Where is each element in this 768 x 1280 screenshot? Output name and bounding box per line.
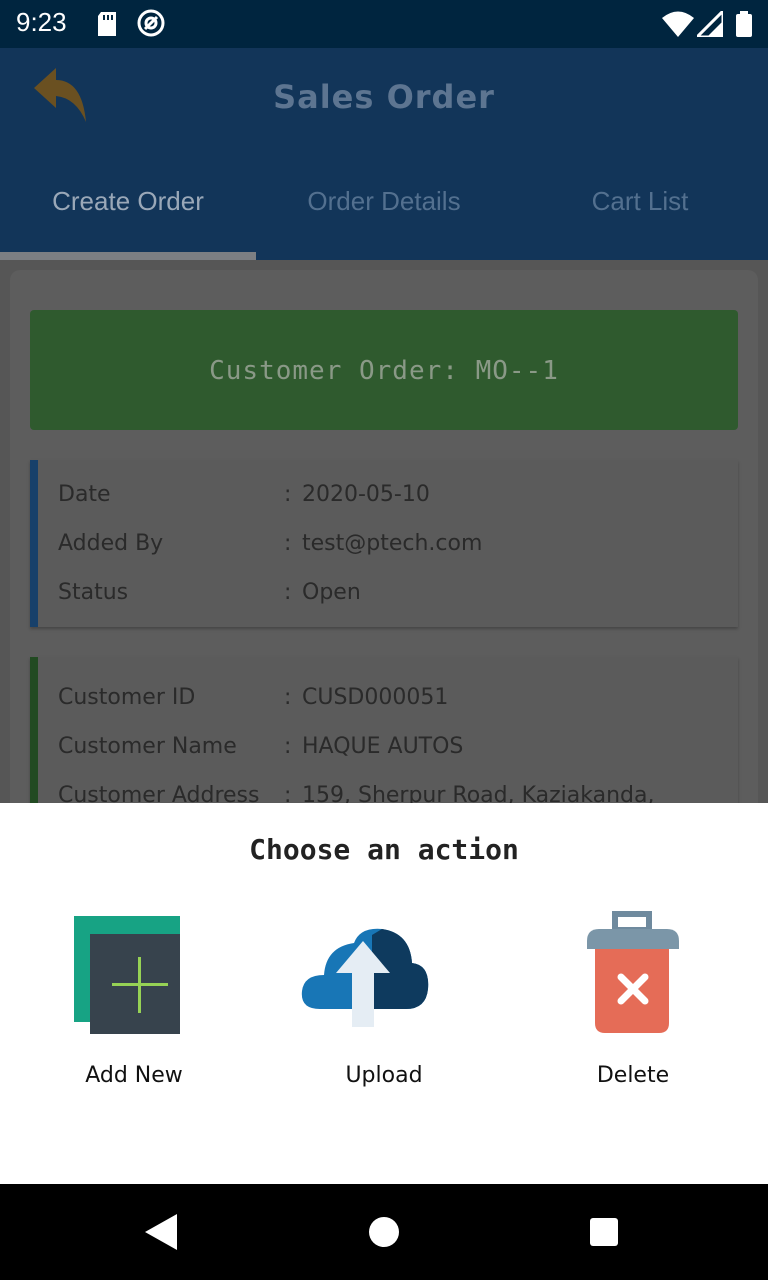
upload-button[interactable]: Upload [250, 911, 450, 1091]
sd-card-icon [96, 12, 118, 40]
order-banner-text: Customer Order: MO--1 [209, 356, 559, 386]
upload-label: Upload [345, 1063, 423, 1088]
action-bottom-sheet: Choose an action Add New Upload Delete [0, 803, 768, 1184]
wifi-icon [662, 11, 694, 41]
delete-button[interactable]: Delete [499, 911, 699, 1091]
status-time: 9:23 [16, 7, 67, 37]
order-info-block: Date : 2020-05-10 Added By : test@ptech.… [30, 460, 738, 627]
customer-label: Customer Address [58, 783, 260, 803]
info-separator: : [284, 531, 292, 556]
info-separator: : [284, 482, 292, 507]
info-label: Date [58, 482, 111, 507]
customer-label: Customer ID [58, 685, 196, 710]
page-title: Sales Order [273, 78, 495, 116]
customer-label: Customer Name [58, 734, 237, 759]
customer-info-block: Customer ID : CUSD000051 Customer Name :… [30, 657, 738, 803]
upload-cloud-icon [300, 911, 430, 1041]
add-new-button[interactable]: Add New [0, 911, 200, 1091]
delete-label: Delete [596, 1063, 670, 1088]
order-banner: Customer Order: MO--1 [30, 310, 738, 430]
customer-separator: : [284, 783, 292, 803]
home-circle-icon[interactable] [368, 1214, 400, 1254]
recents-square-icon[interactable] [588, 1214, 620, 1254]
system-nav-bar [0, 1184, 768, 1280]
customer-value: HAQUE AUTOS [302, 734, 464, 759]
info-value: test@ptech.com [302, 531, 483, 556]
customer-value: 159, Sherpur Road, Kaziakanda, [302, 783, 655, 803]
cast-icon [137, 9, 165, 41]
signal-icon [693, 7, 725, 41]
order-content: Customer Order: MO--1 Date : 2020-05-10 … [0, 260, 768, 803]
info-separator: : [284, 580, 292, 605]
back-triangle-icon[interactable] [145, 1214, 177, 1254]
customer-separator: : [284, 734, 292, 759]
info-label: Added By [58, 531, 164, 556]
tab-order-details[interactable]: Order Details [256, 186, 512, 217]
info-value: 2020-05-10 [302, 482, 430, 507]
info-value: Open [302, 580, 361, 605]
delete-trash-icon [549, 911, 679, 1041]
tab-cart-list[interactable]: Cart List [512, 186, 768, 217]
sheet-title: Choose an action [249, 833, 519, 866]
status-bar: 9:23 [0, 0, 768, 48]
customer-separator: : [284, 685, 292, 710]
customer-value: CUSD000051 [302, 685, 449, 710]
info-label: Status [58, 580, 129, 605]
add-new-label: Add New [85, 1063, 183, 1088]
tab-indicator [0, 252, 256, 260]
tab-create-order[interactable]: Create Order [0, 186, 256, 217]
add-new-icon [50, 911, 194, 1041]
battery-icon [736, 11, 752, 41]
